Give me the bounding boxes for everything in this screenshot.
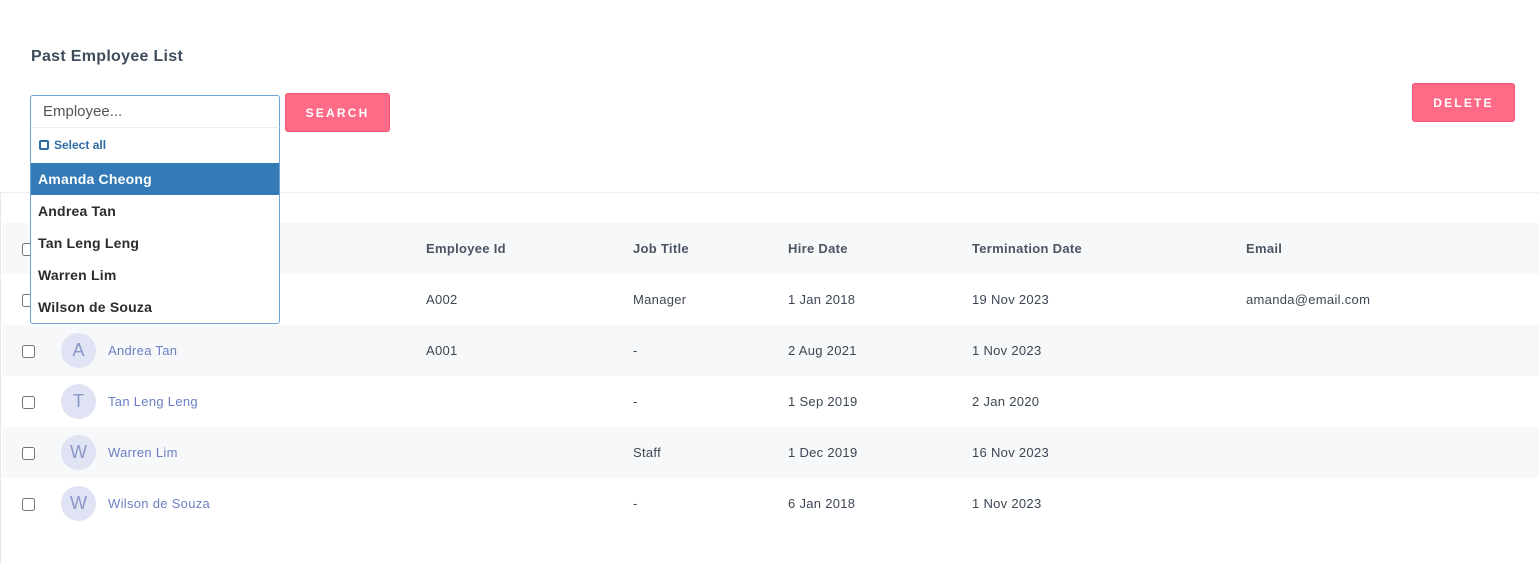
select-all-option[interactable]: Select all (31, 127, 279, 163)
dropdown-option-andrea-tan[interactable]: Andrea Tan (31, 195, 279, 227)
row-checkbox[interactable] (22, 498, 35, 511)
employee-id-cell: A002 (426, 292, 458, 307)
job-title-cell: - (633, 343, 638, 358)
table-row: W Warren Lim Staff 1 Dec 2019 16 Nov 202… (2, 427, 1539, 478)
job-title-cell: - (633, 394, 638, 409)
table-row: A Andrea Tan A001 - 2 Aug 2021 1 Nov 202… (2, 325, 1539, 376)
column-header-email[interactable]: Email (1246, 223, 1282, 274)
employee-name-link[interactable]: Warren Lim (108, 427, 178, 478)
termination-date-cell: 19 Nov 2023 (972, 292, 1050, 307)
row-checkbox[interactable] (22, 447, 35, 460)
avatar: T (61, 384, 96, 419)
dropdown-option-amanda-cheong[interactable]: Amanda Cheong (31, 163, 279, 195)
job-title-cell: Manager (633, 292, 687, 307)
hire-date-cell: 2 Aug 2021 (788, 343, 857, 358)
column-header-employee-id[interactable]: Employee Id (426, 223, 506, 274)
employee-name-link[interactable]: Andrea Tan (108, 325, 177, 376)
job-title-cell: - (633, 496, 638, 511)
search-button[interactable]: SEARCH (285, 93, 390, 132)
hire-date-cell: 1 Sep 2019 (788, 394, 858, 409)
termination-date-cell: 2 Jan 2020 (972, 394, 1040, 409)
table-row: W Wilson de Souza - 6 Jan 2018 1 Nov 202… (2, 478, 1539, 529)
dropdown-option-warren-lim[interactable]: Warren Lim (31, 259, 279, 291)
employee-search-input[interactable] (30, 95, 280, 128)
dropdown-option-wilson-de-souza[interactable]: Wilson de Souza (31, 291, 279, 323)
past-employee-page: Past Employee List Employee Id Job Title… (0, 0, 1539, 564)
hire-date-cell: 6 Jan 2018 (788, 496, 856, 511)
row-checkbox[interactable] (22, 345, 35, 358)
column-header-hire-date[interactable]: Hire Date (788, 223, 848, 274)
table-row: T Tan Leng Leng - 1 Sep 2019 2 Jan 2020 (2, 376, 1539, 427)
hire-date-cell: 1 Dec 2019 (788, 445, 858, 460)
hire-date-cell: 1 Jan 2018 (788, 292, 856, 307)
select-all-label: Select all (54, 138, 107, 152)
job-title-cell: Staff (633, 445, 662, 460)
termination-date-cell: 1 Nov 2023 (972, 343, 1042, 358)
dropdown-option-tan-leng-leng[interactable]: Tan Leng Leng (31, 227, 279, 259)
termination-date-cell: 1 Nov 2023 (972, 496, 1042, 511)
termination-date-cell: 16 Nov 2023 (972, 445, 1050, 460)
page-title: Past Employee List (31, 48, 184, 65)
avatar: W (61, 486, 96, 521)
employee-name-link[interactable]: Wilson de Souza (108, 478, 210, 529)
avatar: W (61, 435, 96, 470)
select-all-checkbox-icon (39, 140, 49, 150)
employee-id-cell: A001 (426, 343, 458, 358)
employee-name-link[interactable]: Tan Leng Leng (108, 376, 198, 427)
column-header-termination-date[interactable]: Termination Date (972, 223, 1082, 274)
email-cell: amanda@email.com (1246, 292, 1371, 307)
column-header-job-title[interactable]: Job Title (633, 223, 689, 274)
delete-button[interactable]: DELETE (1412, 83, 1515, 122)
avatar: A (61, 333, 96, 368)
employee-dropdown: Select all Amanda Cheong Andrea Tan Tan … (30, 127, 280, 324)
row-checkbox[interactable] (22, 396, 35, 409)
